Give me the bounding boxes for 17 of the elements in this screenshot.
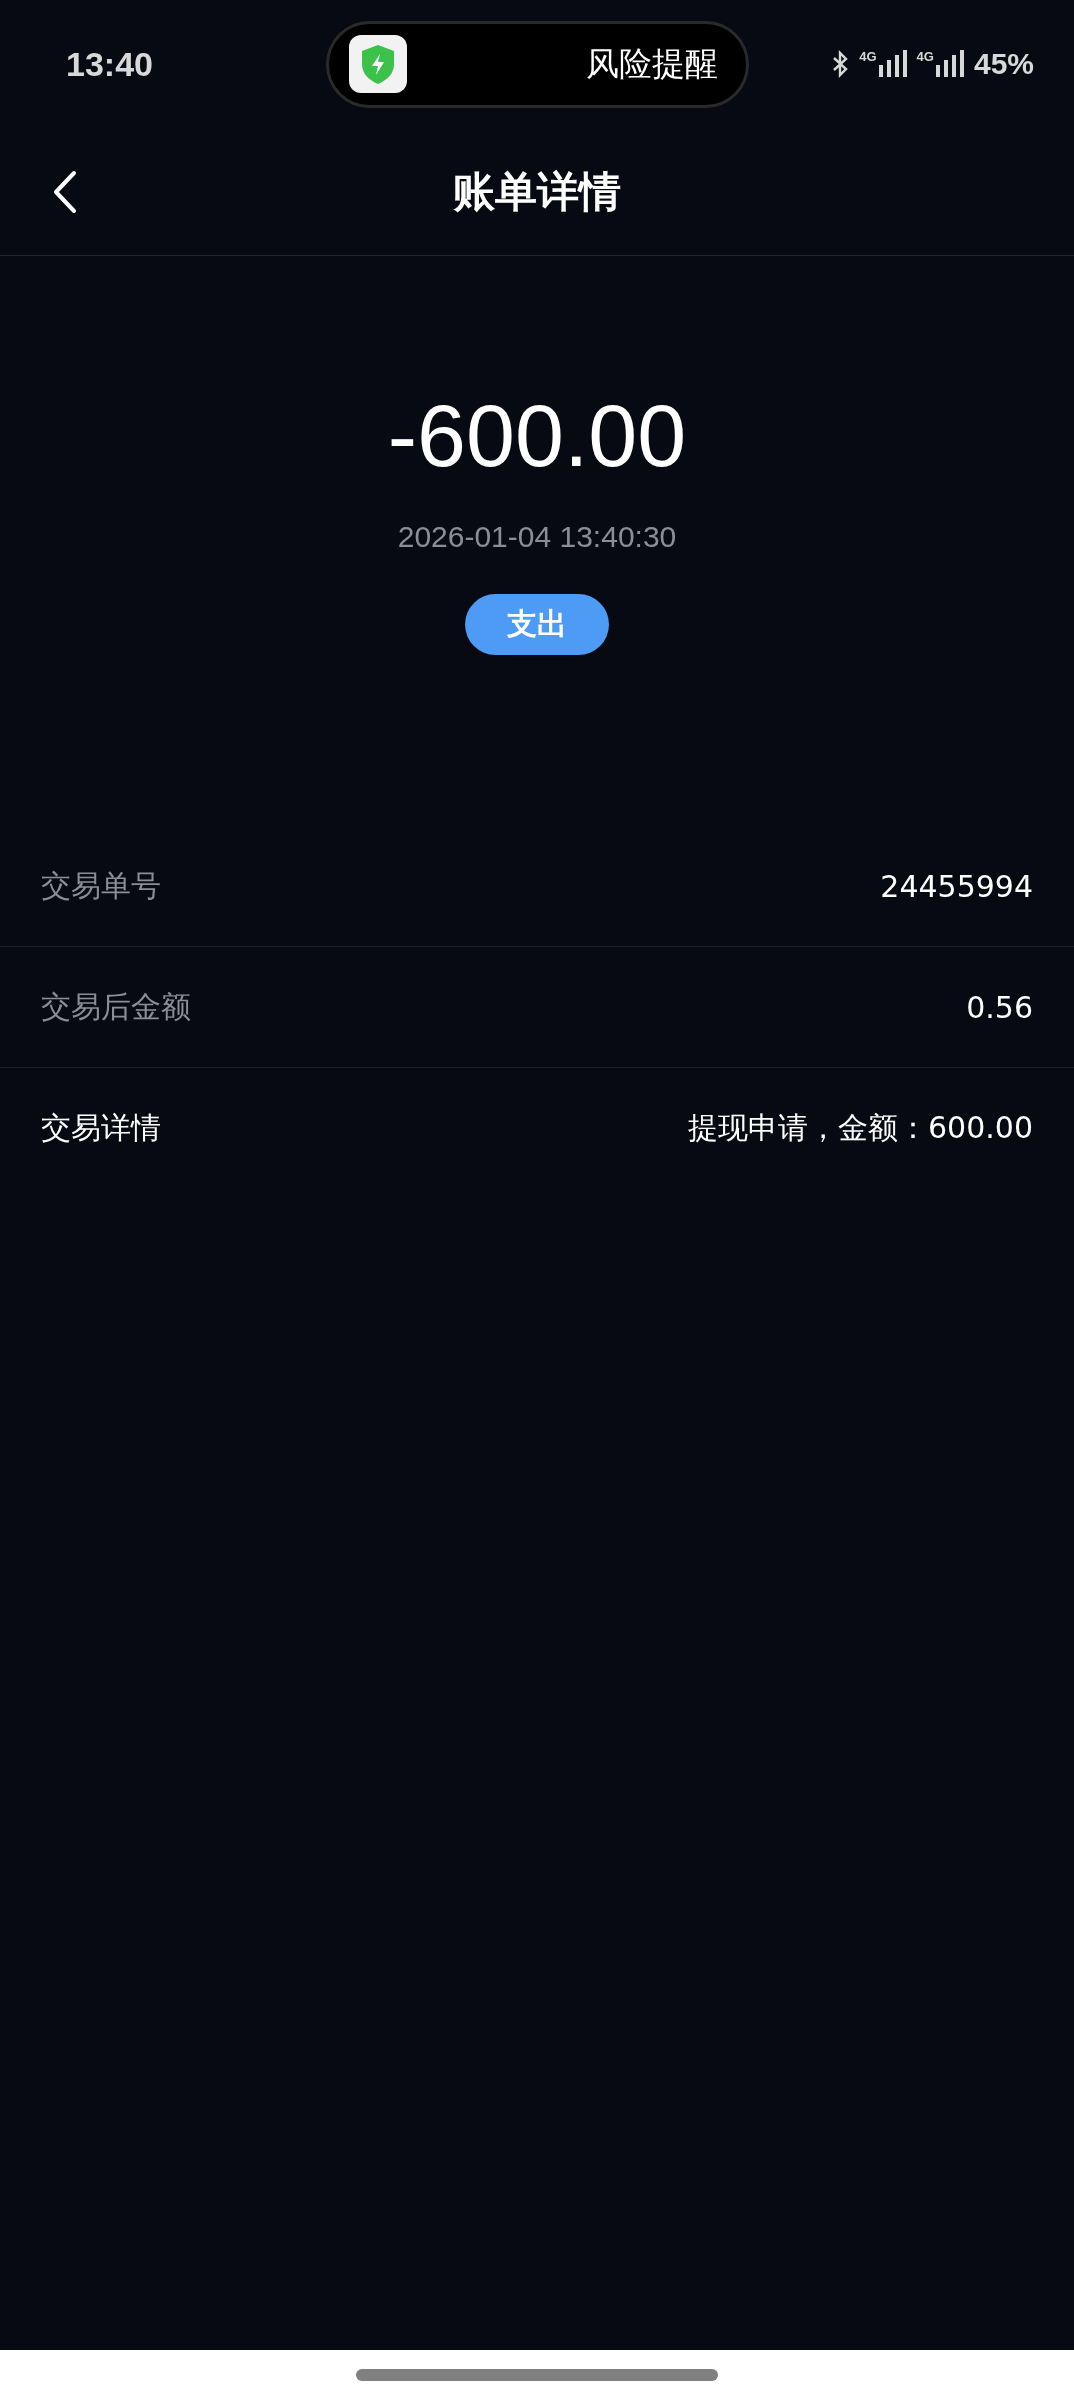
type-tag: 支出 bbox=[465, 594, 609, 655]
datetime-text: 2026-01-04 13:40:30 bbox=[397, 520, 677, 554]
status-time: 13:40 bbox=[66, 44, 154, 84]
row-label: 交易详情 bbox=[41, 1108, 161, 1147]
row-value: 24455994 bbox=[880, 868, 1033, 904]
row-value: 提现申请，金额：600.00 bbox=[688, 1108, 1033, 1147]
shield-icon bbox=[349, 35, 407, 93]
alert-pill[interactable]: 风险提醒 bbox=[326, 20, 749, 108]
back-icon[interactable] bbox=[52, 170, 78, 214]
battery-level: 45% bbox=[973, 47, 1034, 81]
bluetooth-icon bbox=[831, 50, 850, 78]
amount-text: -600.00 bbox=[387, 386, 687, 486]
row-label: 交易后金额 bbox=[41, 987, 191, 1026]
row-label: 交易单号 bbox=[41, 866, 161, 905]
page-title: 账单详情 bbox=[453, 165, 621, 218]
alert-text: 风险提醒 bbox=[586, 42, 718, 85]
row-value: 0.56 bbox=[966, 989, 1033, 1025]
